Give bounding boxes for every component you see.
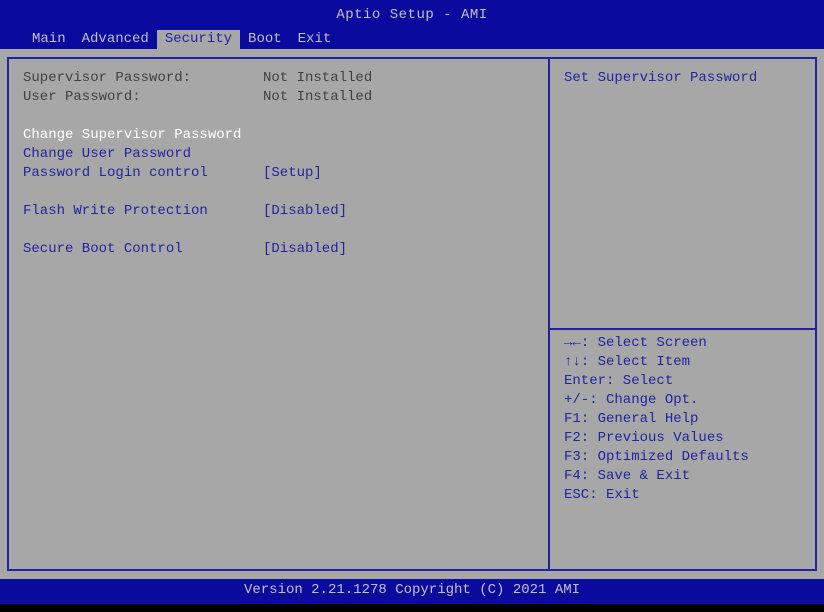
hint-f3: F3: Optimized Defaults	[564, 448, 801, 467]
menu-bar: Main Advanced Security Boot Exit	[0, 30, 824, 49]
flash-write-protection-label: Flash Write Protection	[23, 202, 263, 221]
title-text: Aptio Setup - AMI	[336, 7, 487, 23]
hint-select-screen: →←: Select Screen	[564, 334, 801, 353]
flash-write-protection-item[interactable]: Flash Write Protection [Disabled]	[23, 202, 534, 221]
supervisor-password-row: Supervisor Password: Not Installed	[23, 69, 534, 88]
tab-main[interactable]: Main	[24, 30, 74, 49]
user-password-value: Not Installed	[263, 88, 372, 107]
title-bar: Aptio Setup - AMI	[0, 0, 824, 30]
hint-enter: Enter: Select	[564, 372, 801, 391]
secure-boot-control-label: Secure Boot Control	[23, 240, 263, 259]
password-login-control-label: Password Login control	[23, 164, 263, 183]
help-panel: Set Supervisor Password →←: Select Scree…	[550, 57, 817, 571]
change-user-password-item[interactable]: Change User Password	[23, 145, 534, 164]
password-login-control-item[interactable]: Password Login control [Setup]	[23, 164, 534, 183]
content-area: Supervisor Password: Not Installed User …	[0, 49, 824, 579]
change-supervisor-password-item[interactable]: Change Supervisor Password	[23, 126, 534, 145]
hint-select-item: ↑↓: Select Item	[564, 353, 801, 372]
user-password-label: User Password:	[23, 88, 263, 107]
hint-esc: ESC: Exit	[564, 486, 801, 505]
flash-write-protection-value: [Disabled]	[263, 202, 347, 221]
hint-f4: F4: Save & Exit	[564, 467, 801, 486]
key-hints: →←: Select Screen ↑↓: Select Item Enter:…	[564, 334, 801, 505]
supervisor-password-value: Not Installed	[263, 69, 372, 88]
change-user-password-label: Change User Password	[23, 145, 191, 164]
password-login-control-value: [Setup]	[263, 164, 322, 183]
tab-security[interactable]: Security	[157, 30, 240, 49]
footer-bar: Version 2.21.1278 Copyright (C) 2021 AMI	[0, 579, 824, 604]
settings-panel: Supervisor Password: Not Installed User …	[7, 57, 550, 571]
tab-boot[interactable]: Boot	[240, 30, 290, 49]
change-supervisor-password-label: Change Supervisor Password	[23, 126, 241, 145]
supervisor-password-label: Supervisor Password:	[23, 69, 263, 88]
hint-f1: F1: General Help	[564, 410, 801, 429]
footer-text: Version 2.21.1278 Copyright (C) 2021 AMI	[244, 582, 580, 598]
secure-boot-control-item[interactable]: Secure Boot Control [Disabled]	[23, 240, 534, 259]
hint-f2: F2: Previous Values	[564, 429, 801, 448]
tab-exit[interactable]: Exit	[290, 30, 340, 49]
user-password-row: User Password: Not Installed	[23, 88, 534, 107]
hint-change-opt: +/-: Change Opt.	[564, 391, 801, 410]
secure-boot-control-value: [Disabled]	[263, 240, 347, 259]
tab-advanced[interactable]: Advanced	[74, 30, 157, 49]
help-title: Set Supervisor Password	[564, 69, 801, 88]
bios-setup-window: Aptio Setup - AMI Main Advanced Security…	[0, 0, 824, 612]
